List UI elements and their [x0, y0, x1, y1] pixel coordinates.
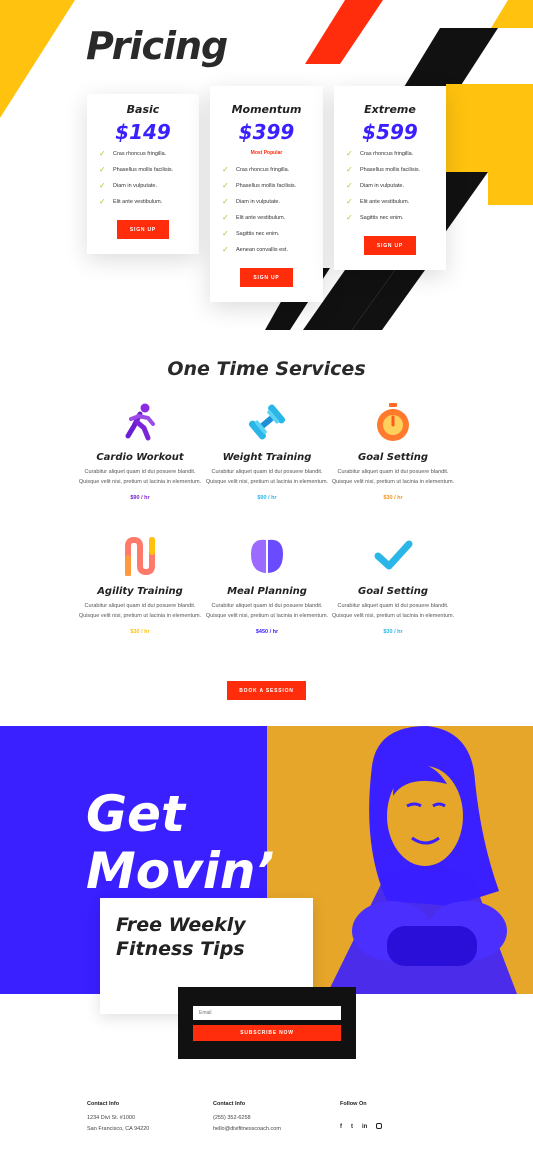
- feature-item: ✓ Elit ante vestibulum.: [222, 210, 296, 226]
- email-input[interactable]: [193, 1006, 341, 1020]
- instagram-icon[interactable]: [376, 1123, 383, 1129]
- feature-item: ✓ Sagittis nec enim.: [346, 210, 420, 226]
- feature-item: ✓ Aenean convallis est.: [222, 242, 296, 258]
- footer-col-contact: Contact Info (255) 352-6258 hello@divifi…: [213, 1101, 333, 1135]
- sign-up-button[interactable]: SIGN UP: [240, 268, 293, 287]
- agility-path-icon: [120, 536, 160, 577]
- check-icon: ✓: [222, 197, 229, 206]
- dumbbell-icon: [247, 402, 287, 442]
- footer-line: 1234 Divi St. #1000: [87, 1115, 136, 1121]
- plan-name: Momentum: [231, 103, 302, 116]
- pricing-card-extreme: Extreme $599 ✓ Cras rhoncus fringilla. ✓ P…: [334, 86, 446, 270]
- plan-name: Extreme: [364, 103, 416, 116]
- hero-headline-movin: Movin’: [86, 842, 275, 900]
- footer-col-address: Contact Info 1234 Divi St. #1000 San Fra…: [87, 1101, 207, 1135]
- feature-item: ✓ Phasellus mollis facilisis.: [222, 178, 296, 194]
- check-icon: ✓: [222, 245, 229, 254]
- service-description: Curabitur aliquet quam id dui posuere bl…: [331, 603, 455, 619]
- check-icon: ✓: [346, 149, 353, 158]
- feature-item: ✓ Diam in vulputate.: [346, 178, 420, 194]
- service-card: Goal Setting Curabitur aliquet quam id d…: [318, 536, 468, 635]
- plan-name: Basic: [126, 103, 160, 116]
- hero-headline-get: Get: [86, 785, 185, 843]
- sign-up-button[interactable]: SIGN UP: [117, 220, 169, 239]
- services-title: One Time Services: [167, 358, 366, 380]
- feature-item: ✓ Cras rhoncus fringilla.: [346, 146, 420, 162]
- facebook-icon[interactable]: f: [340, 1124, 342, 1130]
- feature-item: ✓ Sagittis nec enim.: [222, 226, 296, 242]
- check-icon: ✓: [346, 165, 353, 174]
- feature-list: ✓ Cras rhoncus fringilla. ✓ Phasellus moll…: [346, 146, 420, 226]
- sign-up-button[interactable]: SIGN UP: [364, 236, 416, 255]
- service-name: Goal Setting: [358, 452, 428, 463]
- food-icon: [247, 536, 287, 576]
- check-icon: ✓: [99, 197, 106, 206]
- tips-line-1: Free Weekly: [116, 914, 246, 936]
- check-icon: ✓: [99, 149, 106, 158]
- check-icon: ✓: [346, 197, 353, 206]
- check-icon: ✓: [99, 181, 106, 190]
- footer-heading: Contact Info: [87, 1101, 120, 1107]
- linkedin-icon[interactable]: in: [362, 1124, 367, 1130]
- footer-heading: Follow On: [340, 1101, 367, 1107]
- stopwatch-icon: [373, 402, 413, 442]
- feature-item: ✓ Cras rhoncus fringilla.: [99, 146, 173, 162]
- check-icon: ✓: [99, 165, 106, 174]
- check-icon: ✓: [222, 213, 229, 222]
- tips-line-2: Fitness Tips: [116, 938, 245, 960]
- feature-item: ✓ Elit ante vestibulum.: [99, 194, 173, 210]
- plan-price: $399: [238, 120, 295, 144]
- twitter-icon[interactable]: t: [351, 1124, 353, 1130]
- plan-price: $149: [115, 120, 171, 144]
- check-icon: ✓: [222, 229, 229, 238]
- feature-item: ✓ Diam in vulputate.: [99, 178, 173, 194]
- checkmark-icon: [373, 536, 413, 576]
- footer-line: San Francisco, CA 94220: [87, 1126, 150, 1132]
- check-icon: ✓: [222, 181, 229, 190]
- feature-item: ✓ Cras rhoncus fringilla.: [222, 162, 296, 178]
- plan-price: $599: [362, 120, 418, 144]
- subscribe-button[interactable]: SUBSCRIBE NOW: [193, 1025, 341, 1041]
- check-icon: ✓: [346, 213, 353, 222]
- pricing-card-basic: Basic $149 ✓ Cras rhoncus fringilla. ✓ Pha…: [87, 94, 199, 254]
- check-icon: ✓: [222, 165, 229, 174]
- feature-item: ✓ Phasellus mollis facilisis.: [99, 162, 173, 178]
- feature-list: ✓ Cras rhoncus fringilla. ✓ Phasellus moll…: [222, 162, 296, 258]
- feature-item: ✓ Elit ante vestibulum.: [346, 194, 420, 210]
- service-price: $30 / hr: [383, 629, 403, 635]
- social-links: f t in: [340, 1115, 460, 1133]
- footer-col-social: Follow On f t in: [340, 1101, 460, 1133]
- feature-list: ✓ Cras rhoncus fringilla. ✓ Phasellus moll…: [99, 146, 173, 210]
- most-popular-badge: Most Popular: [250, 150, 283, 156]
- service-description: Curabitur aliquet quam id dui posuere bl…: [331, 469, 455, 485]
- service-card: Goal Setting Curabitur aliquet quam id d…: [318, 402, 468, 501]
- book-session-button[interactable]: BOOK A SESSION: [227, 681, 306, 700]
- running-person-icon: [120, 402, 160, 442]
- email-link[interactable]: hello@divifitnesscoach.com: [213, 1124, 333, 1135]
- pricing-card-momentum: Momentum $399 Most Popular ✓ Cras rhoncus…: [210, 86, 323, 302]
- feature-item: ✓ Diam in vulputate.: [222, 194, 296, 210]
- page-title: Pricing: [86, 24, 228, 68]
- subscribe-form: SUBSCRIBE NOW: [178, 987, 356, 1059]
- service-name: Goal Setting: [358, 586, 428, 597]
- feature-item: ✓ Phasellus mollis facilisis.: [346, 162, 420, 178]
- service-price: $30 / hr: [383, 495, 403, 501]
- check-icon: ✓: [346, 181, 353, 190]
- phone-number: (255) 352-6258: [213, 1115, 251, 1121]
- footer-heading: Contact Info: [213, 1101, 246, 1107]
